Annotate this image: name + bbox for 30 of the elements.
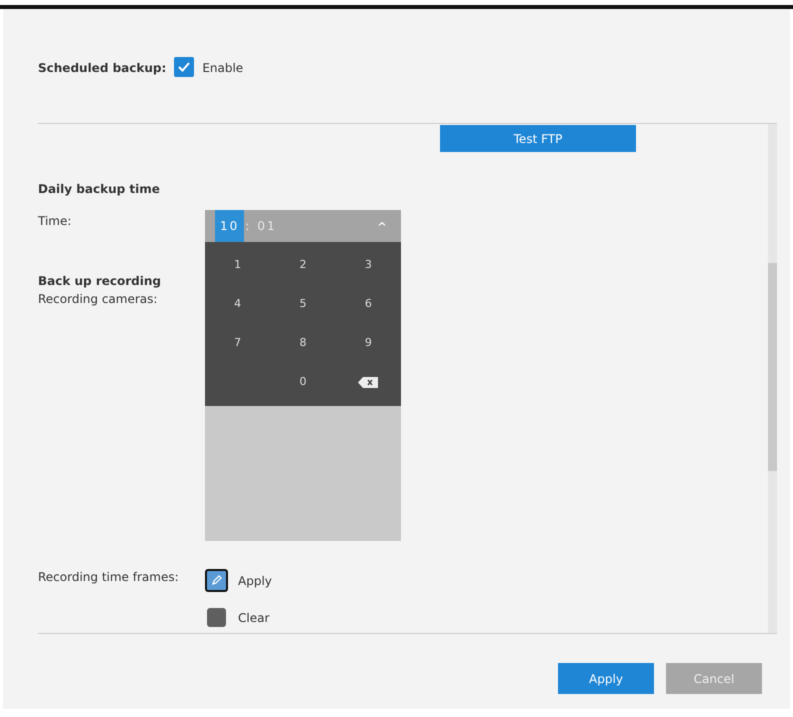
test-ftp-button[interactable]: Test FTP [440, 125, 636, 152]
checkbox-label: Enable [202, 60, 244, 77]
apply-button[interactable]: Apply [558, 663, 654, 694]
section-heading: Daily backup time [38, 181, 161, 198]
enable-checkbox[interactable] [174, 57, 194, 77]
digit-key[interactable]: 6 [336, 285, 401, 324]
digit-key[interactable]: 1 [205, 246, 270, 285]
backspace-icon[interactable] [358, 377, 378, 388]
hour-segment[interactable]: 10 [215, 210, 244, 242]
option-label: Clear [238, 610, 270, 626]
square-icon[interactable] [207, 608, 226, 627]
digit-key[interactable]: 3 [336, 246, 401, 285]
section-heading: Back up recording [38, 273, 162, 290]
scrollbar[interactable] [768, 124, 777, 633]
digit-key[interactable]: 7 [205, 324, 270, 363]
option-label: Apply [238, 572, 272, 590]
digit-key[interactable]: 2 [270, 246, 336, 285]
field-label: Time: [38, 213, 72, 230]
digit-key[interactable]: 0 [270, 363, 336, 402]
digit-key[interactable]: 4 [205, 285, 270, 324]
field-label: Recording cameras: [38, 291, 158, 308]
field-label: Scheduled backup: [38, 60, 166, 77]
scroll-thumb[interactable] [768, 263, 777, 471]
digit-key[interactable]: 5 [270, 285, 336, 324]
digit-key[interactable]: 8 [270, 324, 336, 363]
field-label: Recording time frames: [38, 569, 180, 586]
check-icon [177, 60, 192, 74]
digit-key[interactable]: 9 [336, 324, 401, 363]
pen-icon[interactable] [205, 569, 228, 592]
time-separator: : [244, 218, 252, 235]
